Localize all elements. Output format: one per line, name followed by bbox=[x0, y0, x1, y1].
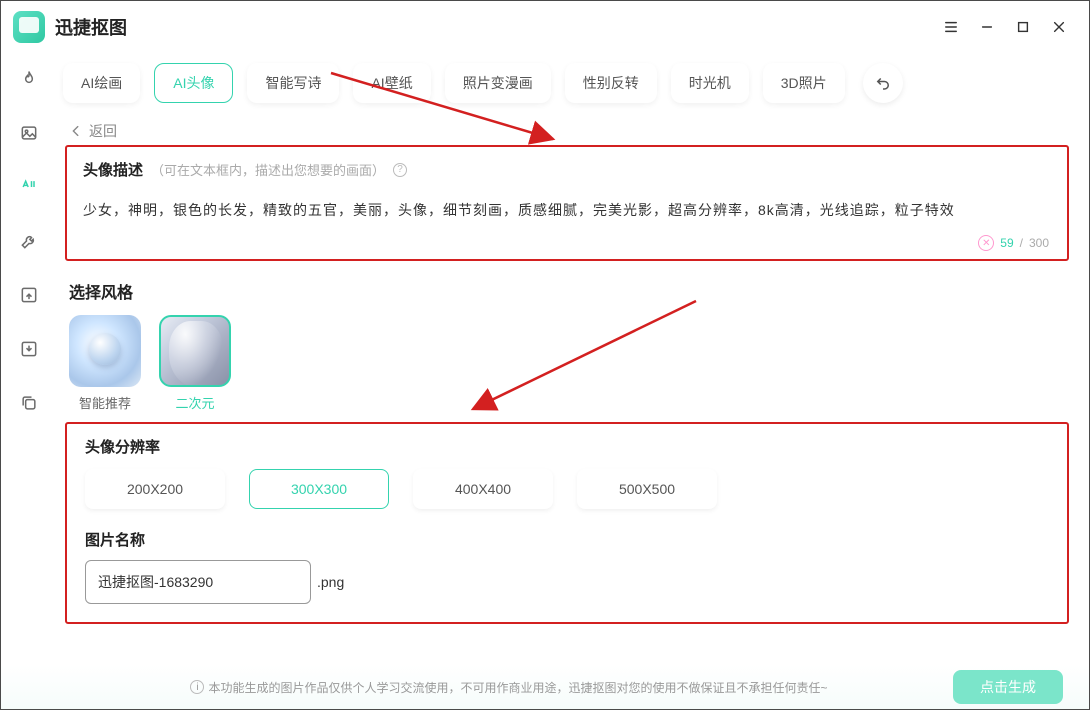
disclaimer-text: 本功能生成的图片作品仅供个人学习交流使用，不可用作商业用途，迅捷抠图对您的使用不… bbox=[208, 679, 827, 696]
tab-photo-comic[interactable]: 照片变漫画 bbox=[445, 63, 551, 103]
description-textarea[interactable]: 少女，神明，银色的长发，精致的五官，美丽，头像，细节刻画，质感细腻，完美光影，超… bbox=[83, 198, 1051, 223]
resolution-400[interactable]: 400X400 bbox=[413, 469, 553, 509]
back-button[interactable]: 返回 bbox=[69, 121, 1071, 141]
resolution-title: 头像分辨率 bbox=[85, 436, 1049, 457]
help-icon[interactable]: ? bbox=[393, 163, 407, 177]
sidebar-item-hot[interactable] bbox=[15, 65, 43, 93]
filename-ext: .png bbox=[317, 574, 344, 590]
style-smart-thumb bbox=[69, 315, 141, 387]
resolution-500[interactable]: 500X500 bbox=[577, 469, 717, 509]
tab-3d-photo[interactable]: 3D照片 bbox=[763, 63, 845, 103]
resolution-300[interactable]: 300X300 bbox=[249, 469, 389, 509]
titlebar: 迅捷抠图 bbox=[1, 1, 1089, 53]
style-anime-label: 二次元 bbox=[159, 393, 231, 412]
sidebar-item-image[interactable] bbox=[15, 119, 43, 147]
description-hint: （可在文本框内，描述出您想要的画面） bbox=[151, 160, 385, 179]
style-anime-thumb bbox=[159, 315, 231, 387]
style-smart-label: 智能推荐 bbox=[69, 393, 141, 412]
undo-button[interactable] bbox=[863, 63, 903, 103]
disclaimer: i 本功能生成的图片作品仅供个人学习交流使用，不可用作商业用途，迅捷抠图对您的使… bbox=[65, 679, 953, 696]
tab-poem[interactable]: 智能写诗 bbox=[247, 63, 339, 103]
char-sep: / bbox=[1020, 236, 1023, 250]
tab-gender-swap[interactable]: 性别反转 bbox=[565, 63, 657, 103]
maximize-button[interactable] bbox=[1005, 9, 1041, 45]
minimize-button[interactable] bbox=[969, 9, 1005, 45]
tab-ai-draw[interactable]: AI绘画 bbox=[63, 63, 140, 103]
sidebar-item-edit[interactable] bbox=[15, 281, 43, 309]
sidebar bbox=[1, 53, 57, 665]
sidebar-item-copy[interactable] bbox=[15, 389, 43, 417]
style-list: 智能推荐 二次元 bbox=[69, 315, 1071, 412]
tab-time-machine[interactable]: 时光机 bbox=[671, 63, 749, 103]
menu-button[interactable] bbox=[933, 9, 969, 45]
style-title: 选择风格 bbox=[69, 279, 1071, 303]
app-logo-icon bbox=[13, 11, 45, 43]
app-title: 迅捷抠图 bbox=[55, 14, 127, 40]
resolution-section: 头像分辨率 200X200 300X300 400X400 500X500 图片… bbox=[65, 422, 1069, 624]
resolution-200[interactable]: 200X200 bbox=[85, 469, 225, 509]
resolution-options: 200X200 300X300 400X400 500X500 bbox=[85, 469, 1049, 509]
filename-title: 图片名称 bbox=[85, 529, 1049, 550]
chevron-left-icon bbox=[69, 124, 83, 138]
sidebar-item-tools[interactable] bbox=[15, 227, 43, 255]
description-title: 头像描述 bbox=[83, 159, 143, 180]
tab-bar: AI绘画 AI头像 智能写诗 AI壁纸 照片变漫画 性别反转 时光机 3D照片 bbox=[63, 63, 1071, 103]
style-smart[interactable]: 智能推荐 bbox=[69, 315, 141, 412]
description-section: 头像描述 （可在文本框内，描述出您想要的画面） ? 少女，神明，银色的长发，精致… bbox=[65, 145, 1069, 261]
close-button[interactable] bbox=[1041, 9, 1077, 45]
char-max: 300 bbox=[1029, 236, 1049, 250]
sidebar-item-download[interactable] bbox=[15, 335, 43, 363]
generate-button[interactable]: 点击生成 bbox=[953, 670, 1063, 704]
sidebar-item-ai[interactable] bbox=[15, 173, 43, 201]
style-anime[interactable]: 二次元 bbox=[159, 315, 231, 412]
info-icon: i bbox=[190, 680, 204, 694]
tab-ai-avatar[interactable]: AI头像 bbox=[154, 63, 233, 103]
footer: i 本功能生成的图片作品仅供个人学习交流使用，不可用作商业用途，迅捷抠图对您的使… bbox=[1, 665, 1089, 709]
clear-description-button[interactable]: ✕ bbox=[978, 235, 994, 251]
back-label: 返回 bbox=[89, 121, 117, 141]
filename-input[interactable] bbox=[85, 560, 311, 604]
content-area: AI绘画 AI头像 智能写诗 AI壁纸 照片变漫画 性别反转 时光机 3D照片 … bbox=[57, 53, 1089, 665]
char-count: 59 bbox=[1000, 236, 1013, 250]
tab-wallpaper[interactable]: AI壁纸 bbox=[353, 63, 430, 103]
